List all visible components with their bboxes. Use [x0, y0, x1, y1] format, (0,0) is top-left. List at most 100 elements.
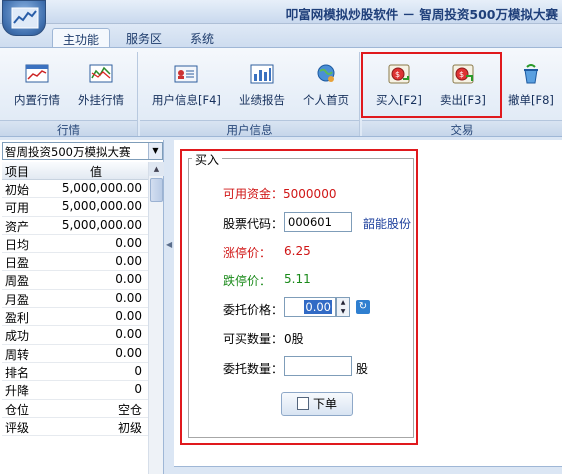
row-value: 初级: [117, 420, 142, 435]
table-row[interactable]: 日盈 0.00: [2, 253, 148, 272]
performance-report-button[interactable]: 业绩报告: [239, 62, 285, 108]
group-trade-label: 交易: [362, 120, 562, 137]
price-input[interactable]: 0.00: [284, 297, 336, 317]
user-info-label: 用户信息[F4]: [152, 93, 221, 107]
panel-splitter[interactable]: ◀: [165, 140, 174, 474]
stepper-down-icon[interactable]: ▼: [337, 307, 349, 316]
table-row[interactable]: 周盈 0.00: [2, 271, 148, 290]
bottom-scrollbar[interactable]: [174, 466, 562, 474]
table-row[interactable]: 成功 0.00: [2, 326, 148, 345]
user-info-button[interactable]: 用户信息[F4]: [152, 62, 221, 108]
contest-select-value: 智周投资500万模拟大赛: [5, 145, 131, 159]
row-value: 0.00: [115, 290, 142, 305]
account-grid: 项目 值 初始 5,000,000.00 可用 5,000,000.00 资产 5,000…: [2, 162, 148, 437]
builtin-quotes-label: 内置行情: [14, 93, 60, 107]
price-input-value: 0.00: [304, 300, 332, 314]
collapse-left-icon[interactable]: ◀: [166, 240, 172, 249]
grid-header-value[interactable]: 值: [44, 162, 148, 179]
buyable-value: 0股: [284, 332, 304, 346]
app-chart-icon: [11, 7, 39, 29]
row-value: 0.00: [115, 327, 142, 342]
quantity-unit: 股: [356, 362, 369, 376]
group-user-info: 用户信息[F4] 业绩报告 个人首页 用户信息: [140, 52, 360, 137]
row-label: 盈利: [5, 311, 30, 326]
row-label: 仓位: [5, 402, 30, 417]
available-funds-row: 可用资金：5000000: [223, 185, 336, 202]
bar-report-icon: [249, 62, 275, 86]
table-row[interactable]: 排名 0: [2, 363, 148, 382]
row-value: 空仓: [117, 402, 142, 417]
submit-order-label: 下单: [312, 397, 337, 411]
stock-code-label: 股票代码：: [223, 217, 284, 231]
stock-code-input[interactable]: 000601: [284, 212, 352, 232]
app-menu-button[interactable]: [2, 0, 46, 36]
table-row[interactable]: 盈利 0.00: [2, 308, 148, 327]
refresh-icon[interactable]: ↻: [356, 300, 370, 314]
contest-select[interactable]: 智周投资500万模拟大赛 ▼: [2, 142, 163, 160]
trend-chart-icon: [88, 62, 114, 86]
quantity-input[interactable]: [284, 356, 352, 376]
table-row[interactable]: 初始 5,000,000.00: [2, 180, 148, 199]
table-row[interactable]: 周转 0.00: [2, 345, 148, 363]
window-title: 叩富网模拟炒股软件 － 智周投资500万模拟大赛: [285, 7, 558, 22]
row-value: 0: [134, 382, 142, 397]
cancel-order-label: 撤单[F8]: [508, 93, 554, 107]
group-market: 内置行情 外挂行情 行情: [0, 52, 138, 137]
row-label: 可用: [5, 201, 30, 216]
ribbon-tab-bar: 主功能 服务区 系统: [0, 24, 562, 48]
scroll-up-icon[interactable]: ▲: [149, 162, 164, 176]
price-stepper[interactable]: ▲ ▼: [336, 297, 350, 317]
recycle-icon: [518, 62, 544, 86]
available-funds-label: 可用资金：: [223, 187, 284, 201]
globe-person-icon: [313, 62, 339, 86]
personal-home-label: 个人首页: [303, 93, 349, 107]
performance-report-label: 业绩报告: [239, 93, 285, 107]
tab-service[interactable]: 服务区: [116, 28, 172, 48]
table-row[interactable]: 资产 5,000,000.00: [2, 217, 148, 235]
grid-scrollbar[interactable]: ▲: [148, 162, 164, 474]
row-label: 初始: [5, 183, 30, 197]
price-label: 委托价格：: [223, 303, 284, 317]
row-value: 0.00: [115, 235, 142, 250]
table-row[interactable]: 评级 初级: [2, 418, 148, 437]
stock-name: 韶能股份: [363, 217, 412, 231]
tab-system[interactable]: 系统: [180, 28, 224, 48]
row-label: 日盈: [5, 256, 30, 271]
cancel-order-button[interactable]: 撤单[F8]: [508, 62, 554, 108]
row-label: 日均: [5, 237, 30, 252]
chart-icon: [24, 62, 50, 86]
quantity-label: 委托数量：: [223, 362, 284, 376]
chevron-down-icon[interactable]: ▼: [148, 143, 162, 159]
row-label: 资产: [5, 219, 30, 234]
table-row[interactable]: 可用 5,000,000.00: [2, 198, 148, 217]
id-card-icon: [173, 62, 199, 86]
stepper-up-icon[interactable]: ▲: [337, 298, 349, 307]
buy-sell-highlight-box: [361, 52, 502, 118]
limit-up-label: 涨停价：: [223, 246, 272, 260]
row-label: 排名: [5, 365, 30, 380]
builtin-quotes-button[interactable]: 内置行情: [14, 62, 60, 108]
table-row[interactable]: 月盈 0.00: [2, 290, 148, 309]
external-quotes-label: 外挂行情: [78, 93, 124, 107]
scroll-thumb[interactable]: [150, 178, 163, 202]
group-user-info-label: 用户信息: [140, 120, 359, 137]
account-panel: 智周投资500万模拟大赛 ▼ 项目 值 初始 5,000,000.00 可用 5,00…: [0, 140, 164, 474]
available-funds-value: 5000000: [283, 187, 337, 201]
row-value: 0.00: [115, 254, 142, 269]
row-label: 评级: [5, 420, 30, 435]
grid-header-item[interactable]: 项目: [2, 162, 44, 179]
row-label: 成功: [5, 329, 30, 344]
table-row[interactable]: 升降 0: [2, 381, 148, 400]
external-quotes-button[interactable]: 外挂行情: [78, 62, 124, 108]
table-row[interactable]: 仓位 空仓: [2, 400, 148, 418]
row-label: 月盈: [5, 292, 30, 307]
order-form-icon: [296, 397, 309, 410]
submit-order-button[interactable]: 下单: [281, 392, 353, 416]
personal-home-button[interactable]: 个人首页: [303, 62, 349, 108]
row-label: 周盈: [5, 274, 30, 289]
group-market-label: 行情: [0, 120, 137, 137]
row-value: 0.00: [115, 345, 142, 360]
table-row[interactable]: 日均 0.00: [2, 235, 148, 254]
limit-down-value: 5.11: [284, 272, 311, 286]
tab-main[interactable]: 主功能: [52, 28, 111, 48]
